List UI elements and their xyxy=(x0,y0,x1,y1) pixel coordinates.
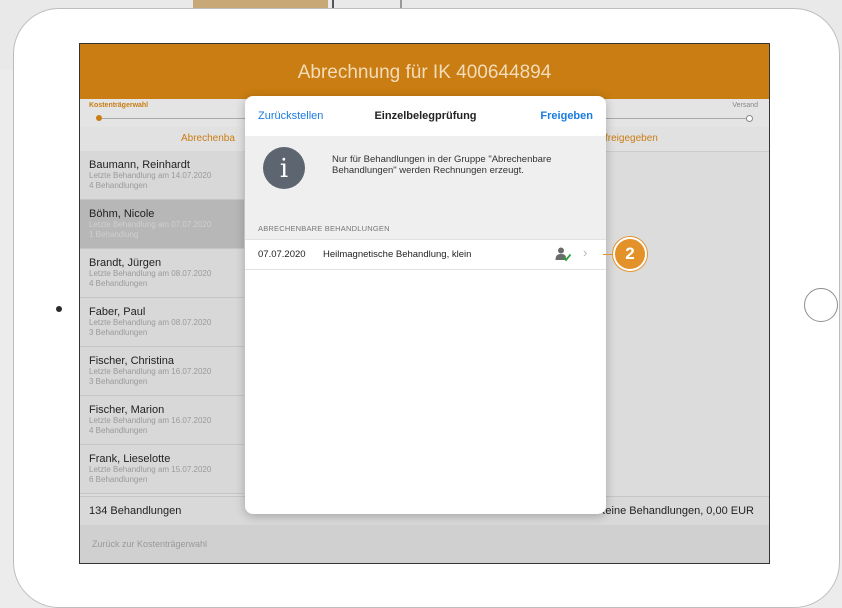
patient-treatment-count: 4 Behandlungen xyxy=(89,426,148,435)
list-item[interactable]: Faber, Paul Letzte Behandlung am 08.07.2… xyxy=(80,298,244,347)
info-banner: i Nur für Behandlungen in der Gruppe "Ab… xyxy=(245,136,606,204)
release-button[interactable]: Freigeben xyxy=(540,110,593,122)
patient-treatment-count: 6 Behandlungen xyxy=(89,475,148,484)
patient-last-treatment: Letzte Behandlung am 08.07.2020 xyxy=(89,269,212,278)
patient-name: Brandt, Jürgen xyxy=(89,257,162,269)
info-icon: i xyxy=(263,147,305,189)
camera-icon xyxy=(56,306,62,312)
patient-last-treatment: Letzte Behandlung am 08.07.2020 xyxy=(89,318,212,327)
patient-last-treatment: Letzte Behandlung am 16.07.2020 xyxy=(89,367,212,376)
patient-last-treatment: Letzte Behandlung am 07.07.2020 xyxy=(89,220,212,229)
patient-name: Faber, Paul xyxy=(89,306,146,318)
user-check-icon xyxy=(555,247,571,262)
chevron-right-icon: › xyxy=(583,245,588,260)
patient-name: Frank, Lieselotte xyxy=(89,453,171,465)
tab-freigegeben[interactable]: freigegeben xyxy=(605,133,658,144)
section-header: ABRECHENBARE BEHANDLUNGEN xyxy=(245,204,606,239)
app-screen: Abrechnung für IK 400644894 Kostenträger… xyxy=(79,43,770,564)
patient-name: Böhm, Nicole xyxy=(89,208,155,220)
page-title: Abrechnung für IK 400644894 xyxy=(80,44,769,99)
patient-name: Fischer, Christina xyxy=(89,355,174,367)
single-receipt-dialog: Zurückstellen Einzelbelegprüfung Freigeb… xyxy=(245,96,606,514)
treatment-name: Heilmagnetische Behandlung, klein xyxy=(323,249,472,260)
progress-current-dot xyxy=(96,115,102,121)
tab-abrechenbar[interactable]: Abrechenba xyxy=(181,133,235,144)
list-item[interactable]: Baumann, Reinhardt Letzte Behandlung am … xyxy=(80,151,244,200)
patient-name: Fischer, Marion xyxy=(89,404,165,416)
list-item[interactable]: Böhm, Nicole Letzte Behandlung am 07.07.… xyxy=(80,200,244,249)
patient-name: Baumann, Reinhardt xyxy=(89,159,190,171)
step-end-label: Versand xyxy=(732,102,758,109)
patient-list: Baumann, Reinhardt Letzte Behandlung am … xyxy=(80,151,244,494)
list-item[interactable]: Fischer, Christina Letzte Behandlung am … xyxy=(80,347,244,396)
info-text: Nur für Behandlungen in der Gruppe "Abre… xyxy=(332,154,552,176)
summary-amount: Keine Behandlungen, 0,00 EUR xyxy=(598,505,754,517)
patient-treatment-count: 1 Behandlung xyxy=(89,230,139,239)
list-item[interactable]: Frank, Lieselotte Letzte Behandlung am 1… xyxy=(80,445,244,494)
patient-treatment-count: 3 Behandlungen xyxy=(89,377,148,386)
treatment-row[interactable]: 07.07.2020 Heilmagnetische Behandlung, k… xyxy=(245,239,606,270)
total-treatments: 134 Behandlungen xyxy=(89,505,182,517)
patient-treatment-count: 3 Behandlungen xyxy=(89,328,148,337)
list-item[interactable]: Brandt, Jürgen Letzte Behandlung am 08.0… xyxy=(80,249,244,298)
patient-last-treatment: Letzte Behandlung am 16.07.2020 xyxy=(89,416,212,425)
callout-badge: 2 xyxy=(613,237,647,271)
footer-bar: Zurück zur Kostenträgerwahl xyxy=(80,525,769,563)
treatment-date: 07.07.2020 xyxy=(258,249,306,260)
home-button[interactable] xyxy=(804,288,838,322)
back-to-payer-link[interactable]: Zurück zur Kostenträgerwahl xyxy=(92,539,207,549)
patient-treatment-count: 4 Behandlungen xyxy=(89,181,148,190)
patient-last-treatment: Letzte Behandlung am 14.07.2020 xyxy=(89,171,212,180)
list-item[interactable]: Fischer, Marion Letzte Behandlung am 16.… xyxy=(80,396,244,445)
section-header-label: ABRECHENBARE BEHANDLUNGEN xyxy=(258,224,390,233)
patient-last-treatment: Letzte Behandlung am 15.07.2020 xyxy=(89,465,212,474)
step-start-label: Kostenträgerwahl xyxy=(89,102,149,109)
dialog-header: Zurückstellen Einzelbelegprüfung Freigeb… xyxy=(245,96,606,137)
progress-end-dot xyxy=(746,115,753,122)
patient-treatment-count: 4 Behandlungen xyxy=(89,279,148,288)
